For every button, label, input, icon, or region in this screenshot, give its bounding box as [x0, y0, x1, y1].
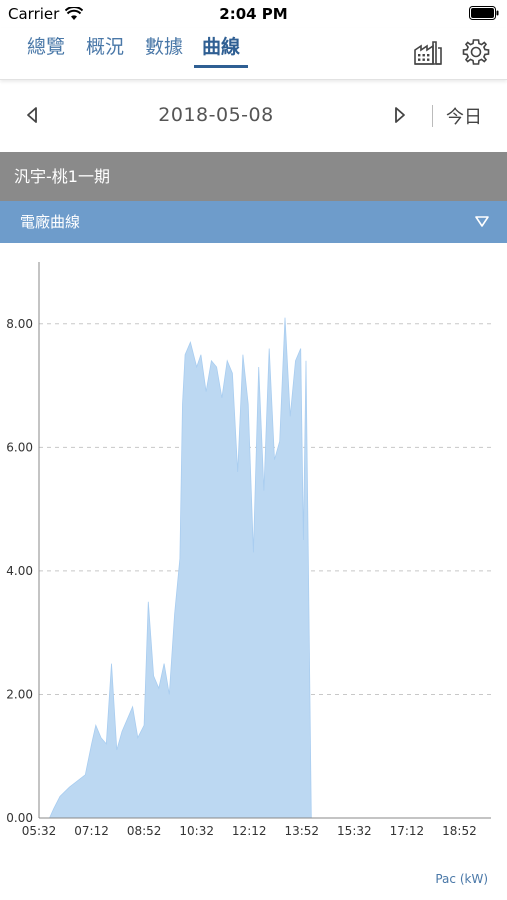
- y-tick-label: 6.00: [6, 440, 33, 454]
- date-divider: [432, 105, 433, 127]
- site-name-bar[interactable]: 汎宇-桃1一期: [0, 152, 507, 201]
- y-tick-label: 4.00: [6, 564, 33, 578]
- x-tick-label: 08:52: [127, 824, 162, 838]
- nav-bar: 總覽 概況 數據 曲線: [0, 28, 507, 80]
- curve-selector-label: 電廠曲線: [20, 213, 81, 231]
- x-tick-label: 05:32: [22, 824, 57, 838]
- series-area: [39, 317, 312, 819]
- x-tick-label: 17:12: [390, 824, 425, 838]
- site-name: 汎宇-桃1一期: [14, 167, 110, 186]
- x-tick-label: 12:12: [232, 824, 267, 838]
- current-date[interactable]: 2018-05-08: [0, 104, 432, 126]
- x-tick-label: 18:52: [442, 824, 477, 838]
- power-chart: 0.00 2.00 4.00 6.00 8.00 05:32 07:12 08:52 10:32…: [6, 262, 491, 838]
- unit-label: Pac (kW): [435, 872, 488, 886]
- factory-icon[interactable]: [413, 38, 443, 66]
- y-tick-label: 2.00: [6, 687, 33, 701]
- tab-curve[interactable]: 曲線: [194, 34, 249, 68]
- next-day-icon[interactable]: [393, 106, 407, 124]
- tab-summary[interactable]: 概況: [86, 34, 124, 68]
- today-button[interactable]: 今日: [446, 103, 482, 129]
- battery-icon: [469, 6, 499, 20]
- curve-selector[interactable]: 電廠曲線: [0, 201, 507, 243]
- status-time: 2:04 PM: [219, 5, 288, 23]
- date-navigator: 2018-05-08 今日: [0, 92, 507, 140]
- x-tick-label: 07:12: [74, 824, 109, 838]
- x-tick-label: 15:32: [337, 824, 372, 838]
- dropdown-triangle-icon[interactable]: [475, 216, 489, 228]
- y-tick-label: 0.00: [6, 811, 33, 825]
- y-tick-label: 8.00: [6, 317, 33, 331]
- x-tick-label: 13:52: [284, 824, 319, 838]
- tab-overview[interactable]: 總覽: [27, 34, 65, 68]
- status-bar: Carrier 2:04 PM: [0, 0, 507, 28]
- x-tick-label: 10:32: [179, 824, 214, 838]
- tab-data[interactable]: 數據: [145, 34, 183, 68]
- gear-icon[interactable]: [462, 38, 490, 66]
